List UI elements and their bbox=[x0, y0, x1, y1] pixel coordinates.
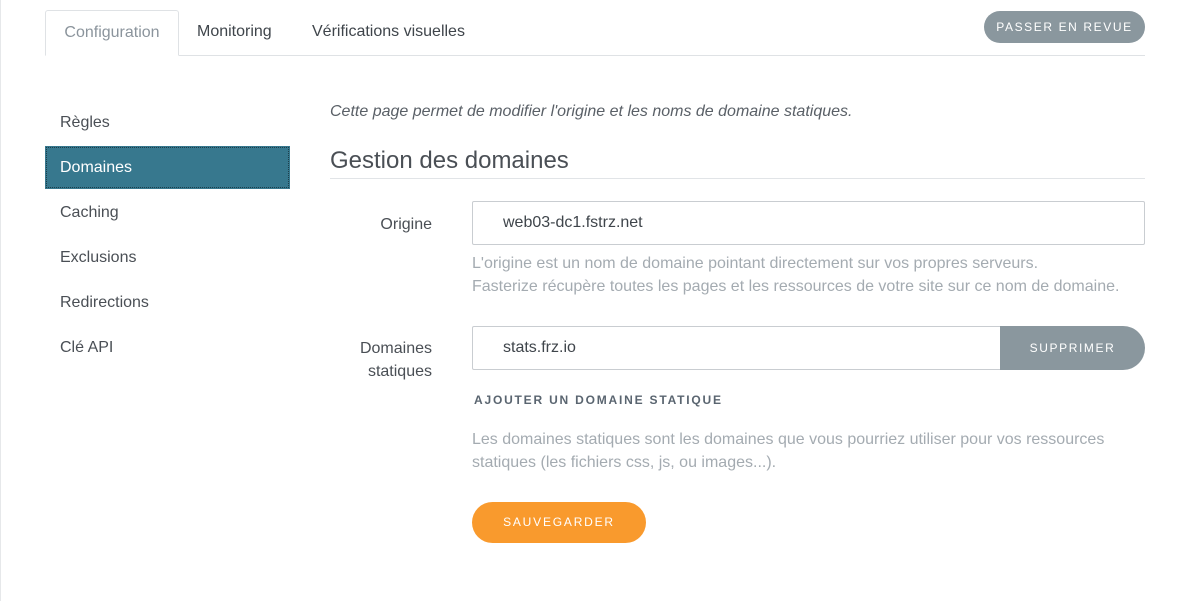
static-domains-help-line-2: statiques (les fichiers css, js, ou imag… bbox=[472, 454, 777, 471]
add-static-domain-link[interactable]: AJOUTER UN DOMAINE STATIQUE bbox=[474, 393, 723, 407]
origin-help-line-2: Fasterize récupère toutes les pages et l… bbox=[472, 278, 1120, 295]
sidebar-item-rules[interactable]: Règles bbox=[45, 101, 290, 144]
sidebar-item-caching[interactable]: Caching bbox=[45, 191, 290, 234]
save-button[interactable]: SAUVEGARDER bbox=[472, 502, 646, 543]
sidebar-item-domains[interactable]: Domaines bbox=[45, 146, 290, 189]
tab-monitoring[interactable]: Monitoring bbox=[197, 10, 272, 56]
section-title: Gestion des domaines bbox=[330, 147, 1145, 179]
origin-help-text: L'origine est un nom de domaine pointant… bbox=[472, 252, 1145, 298]
static-domains-label: Domaines statiques bbox=[282, 337, 432, 383]
origin-help-line-1: L'origine est un nom de domaine pointant… bbox=[472, 255, 1039, 272]
page-description: Cette page permet de modifier l'origine … bbox=[330, 103, 853, 120]
static-domains-label-line-2: statiques bbox=[367, 363, 432, 380]
tab-visual-checks[interactable]: Vérifications visuelles bbox=[312, 10, 465, 56]
tab-bar: Configuration Monitoring Vérifications v… bbox=[45, 10, 1145, 56]
tab-configuration[interactable]: Configuration bbox=[45, 10, 179, 56]
sidebar-item-redirections[interactable]: Redirections bbox=[45, 281, 290, 324]
review-button[interactable]: PASSER EN REVUE bbox=[984, 11, 1145, 43]
sidebar-item-exclusions[interactable]: Exclusions bbox=[45, 236, 290, 279]
sidebar: Règles Domaines Caching Exclusions Redir… bbox=[45, 101, 290, 371]
delete-static-domain-button[interactable]: SUPPRIMER bbox=[1000, 326, 1145, 370]
static-domain-input[interactable] bbox=[472, 326, 1002, 370]
origin-input[interactable] bbox=[472, 201, 1145, 245]
static-domains-label-line-1: Domaines bbox=[359, 340, 432, 357]
sidebar-item-api-key[interactable]: Clé API bbox=[45, 326, 290, 369]
static-domains-help-text: Les domaines statiques sont les domaines… bbox=[472, 428, 1112, 474]
page: Configuration Monitoring Vérifications v… bbox=[0, 0, 1182, 601]
origin-label: Origine bbox=[380, 216, 432, 233]
static-domains-help-line-1: Les domaines statiques sont les domaines… bbox=[472, 431, 1105, 448]
